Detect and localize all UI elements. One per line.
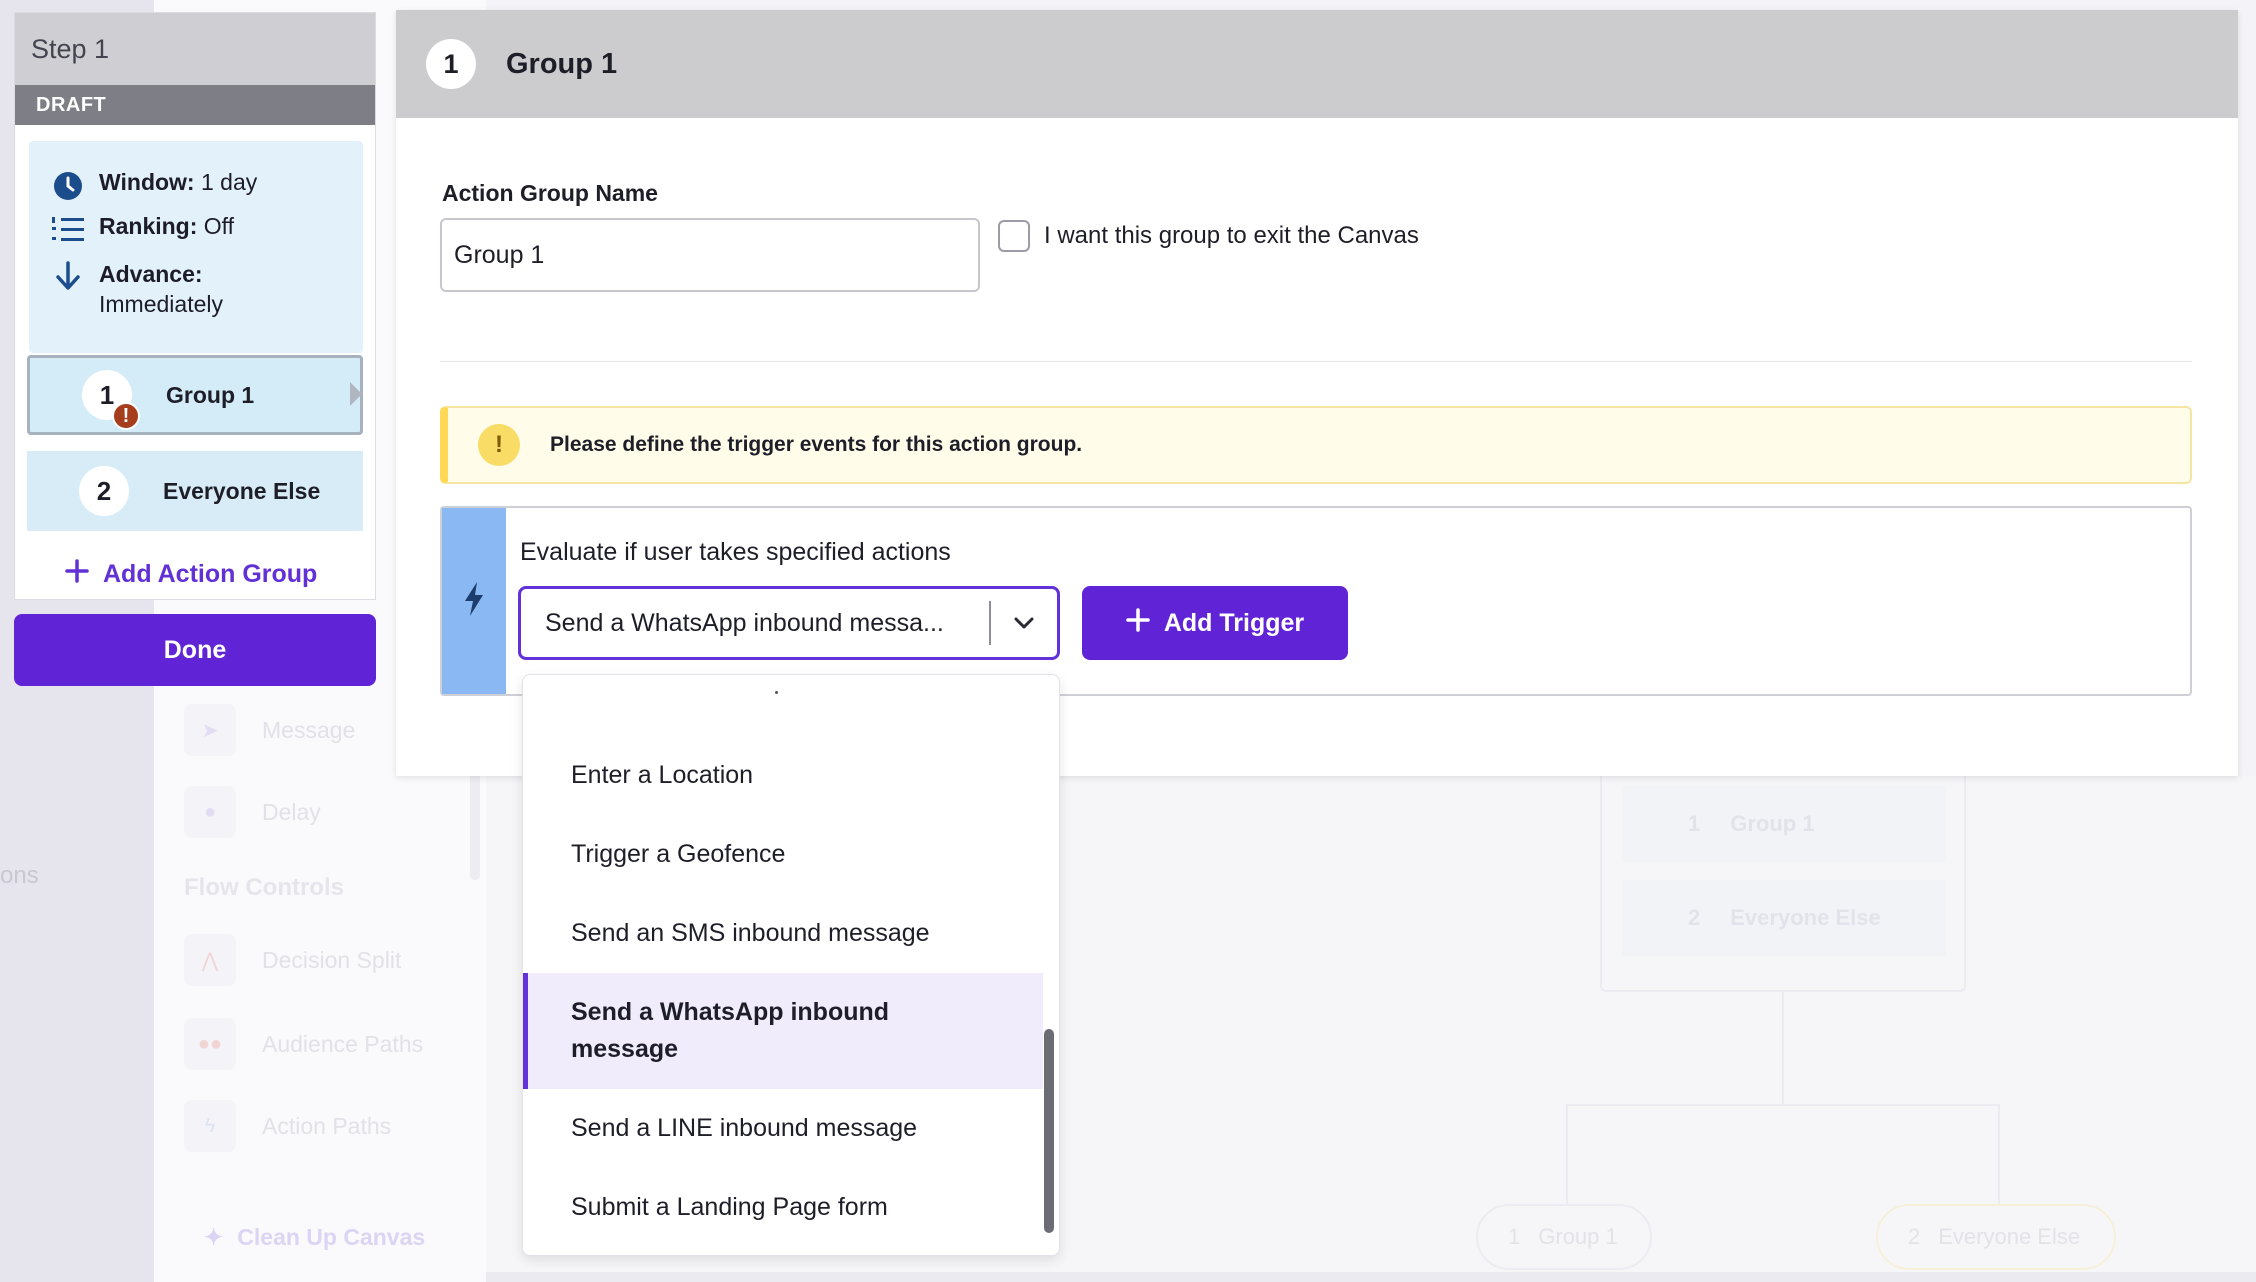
bg-step-node: 1 Group 1 2 Everyone Else: [1600, 776, 1966, 992]
trigger-title: Evaluate if user takes specified actions: [520, 538, 951, 566]
add-action-group-label: Add Action Group: [103, 560, 318, 588]
bg-cleanup-label: Clean Up Canvas: [237, 1224, 426, 1250]
bg-pill-label: Group 1: [1538, 1224, 1618, 1249]
ranking-value: Off: [203, 213, 235, 239]
bg-path-pill: 1 Group 1: [1476, 1204, 1652, 1270]
bg-item-audience-paths: ●● Audience Paths: [184, 1018, 423, 1070]
advance-value: Immediately: [99, 291, 223, 317]
action-group-name-label: Action Group Name: [442, 180, 658, 206]
done-button[interactable]: Done: [14, 614, 376, 686]
action-group-card-2[interactable]: 2 Everyone Else: [27, 451, 363, 531]
trigger-warning-alert: ! Please define the trigger events for t…: [440, 406, 2192, 484]
faded-label: ons: [0, 862, 39, 889]
background-canvas-edge: [486, 1272, 2256, 1282]
action-group-card-1[interactable]: 1 ! Group 1: [27, 355, 363, 435]
bg-connector: [1566, 1104, 2000, 1106]
dropdown-option[interactable]: Submit a Landing Page form: [523, 1167, 1043, 1247]
step-title: Step 1: [15, 13, 375, 85]
bg-item-label: Audience Paths: [262, 1030, 424, 1057]
bg-node-group: 1 Group 1: [1622, 786, 1946, 862]
bg-pill-num: 2: [1908, 1224, 1921, 1249]
people-icon: ●●: [184, 1018, 236, 1070]
group-label: Everyone Else: [163, 477, 321, 504]
bg-item-label: Message: [262, 716, 356, 743]
exit-canvas-label[interactable]: I want this group to exit the Canvas: [1044, 222, 1419, 250]
clock-icon: [51, 169, 85, 203]
trigger-strip: [442, 508, 506, 694]
bg-item-label: Delay: [262, 798, 321, 825]
trigger-select-value: Send a WhatsApp inbound messa...: [545, 608, 944, 637]
divider: [440, 361, 2192, 362]
warning-icon: !: [112, 402, 140, 430]
add-action-group-button[interactable]: Add Action Group: [65, 559, 317, 590]
plus-icon: [1126, 607, 1150, 639]
alert-text: Please define the trigger events for thi…: [550, 433, 1083, 456]
action-group-name-input[interactable]: [440, 218, 980, 292]
plus-icon: [65, 559, 89, 590]
trigger-event-select[interactable]: Send a WhatsApp inbound messa...: [518, 586, 1060, 660]
clock-icon: ●: [184, 786, 236, 838]
add-trigger-label: Add Trigger: [1163, 608, 1305, 637]
dropdown-option-label: Send a WhatsApp inbound message: [571, 998, 890, 1063]
bg-node-group-num: 1: [1688, 811, 1701, 836]
window-setting: Window: 1 day: [51, 169, 257, 203]
warning-icon: !: [478, 424, 520, 466]
group-number-text: 1: [99, 379, 115, 410]
step-panel: Step 1 DRAFT Window: 1 day Ranking: Off …: [14, 12, 376, 600]
bg-item-delay: ● Delay: [184, 786, 321, 838]
group-editor-panel: 1 Group 1 Action Group Name I want this …: [396, 10, 2238, 776]
wand-icon: ✦: [204, 1224, 224, 1250]
arrow-down-icon: [51, 259, 85, 293]
bg-pill-num: 1: [1508, 1224, 1521, 1249]
bg-item-label: Decision Split: [262, 946, 402, 973]
split-icon: ⋀: [184, 934, 236, 986]
window-label: Window:: [99, 169, 195, 195]
bg-item-label: Action Paths: [262, 1112, 392, 1139]
bg-node-group-num: 2: [1688, 905, 1701, 930]
step-settings-summary: Window: 1 day Ranking: Off Advance: Immed…: [29, 141, 363, 353]
ranking-label: Ranking:: [99, 213, 198, 239]
add-trigger-button[interactable]: Add Trigger: [1082, 586, 1348, 660]
window-value: 1 day: [200, 169, 258, 195]
bg-path-pill: 2 Everyone Else: [1876, 1204, 2116, 1270]
bg-node-group-label: Everyone Else: [1730, 905, 1881, 930]
send-icon: ➤: [184, 704, 236, 756]
exit-canvas-checkbox[interactable]: [998, 220, 1030, 252]
bg-item-message: ➤ Message: [184, 704, 355, 756]
bg-node-group: 2 Everyone Else: [1622, 880, 1946, 956]
bg-pill-label: Everyone Else: [1938, 1224, 2081, 1249]
dropdown-option[interactable]: Send a LINE inbound message: [523, 1089, 1043, 1167]
dropdown-scrollbar[interactable]: [1044, 1029, 1054, 1233]
dropdown-option[interactable]: Send an SMS inbound message: [523, 893, 1043, 973]
bolt-icon: [463, 581, 485, 621]
advance-setting: Advance: Immediately: [51, 259, 223, 319]
ranked-list-icon: [51, 213, 85, 247]
group-editor-header: 1 Group 1: [396, 10, 2238, 118]
group-number: 1: [426, 39, 476, 89]
dropdown-option[interactable]: Enter a Location: [523, 735, 1043, 815]
draft-status-badge: DRAFT: [15, 85, 375, 125]
bg-item-decision-split: ⋀ Decision Split: [184, 934, 401, 986]
chevron-down-icon[interactable]: [991, 616, 1057, 630]
selected-indicator-arrow: [350, 382, 362, 406]
group-label: Group 1: [166, 381, 255, 408]
bg-connector: [1998, 1104, 2000, 1204]
bg-connector: [1782, 992, 1784, 1106]
dropdown-option-selected[interactable]: Send a WhatsApp inbound message: [523, 973, 1043, 1089]
advance-label: Advance:: [99, 261, 203, 287]
trigger-event-dropdown[interactable]: Enter a Location Trigger a Geofence Send…: [522, 674, 1060, 1256]
group-editor-title: Group 1: [506, 47, 618, 80]
group-number: 1 !: [82, 370, 140, 430]
ranking-setting: Ranking: Off: [51, 213, 234, 247]
dropdown-option[interactable]: Trigger a Geofence: [523, 815, 1043, 893]
bolt-icon: ϟ: [184, 1100, 236, 1152]
bg-connector: [1566, 1104, 1568, 1204]
trigger-section: Evaluate if user takes specified actions…: [440, 506, 2192, 696]
bg-item-action-paths: ϟ Action Paths: [184, 1100, 391, 1152]
bg-flow-controls-title: Flow Controls: [184, 874, 344, 901]
bg-node-group-label: Group 1: [1730, 811, 1815, 836]
group-number: 2: [79, 466, 129, 516]
bg-clean-up-canvas: ✦ Clean Up Canvas: [204, 1224, 425, 1251]
scroll-indicator-dot: [775, 691, 778, 694]
